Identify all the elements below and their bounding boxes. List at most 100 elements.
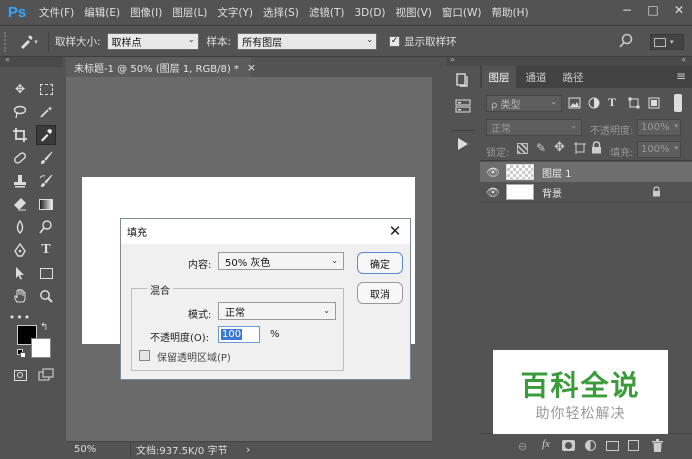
eye-visibility-icon[interactable]: 👁: [480, 186, 506, 199]
opacity-input[interactable]: 100: [218, 326, 260, 343]
link-layers-icon[interactable]: ⊖: [518, 440, 527, 453]
brush-tool-icon[interactable]: [36, 148, 56, 168]
hand-tool-icon[interactable]: [10, 286, 30, 306]
eraser-tool-icon[interactable]: [10, 194, 30, 214]
quick-mask-icon[interactable]: [10, 365, 30, 385]
magic-wand-tool-icon[interactable]: [36, 102, 56, 122]
search-icon[interactable]: [618, 33, 636, 51]
mode-value: 正常: [225, 307, 245, 319]
blur-tool-icon[interactable]: [10, 217, 30, 237]
layer-row[interactable]: 👁 背景: [480, 182, 692, 202]
move-tool-icon[interactable]: ✥: [10, 79, 30, 99]
screen-mode-icon[interactable]: [36, 365, 56, 385]
menu-help[interactable]: 帮助(H): [487, 0, 534, 26]
trash-icon[interactable]: [652, 439, 663, 452]
menu-image[interactable]: 图像(I): [125, 0, 167, 26]
close-window-button[interactable]: ✕: [666, 0, 692, 20]
menu-select[interactable]: 选择(S): [258, 0, 304, 26]
crop-tool-icon[interactable]: [10, 125, 30, 145]
filter-shape-icon[interactable]: [628, 97, 641, 110]
maximize-button[interactable]: □: [640, 0, 666, 20]
add-mask-icon[interactable]: [562, 440, 575, 451]
default-colors-icon[interactable]: [17, 349, 26, 358]
layer-opacity-field[interactable]: 100% ▾: [637, 119, 681, 136]
watermark-logo: 百科全说 助你轻松解决: [493, 350, 668, 434]
ok-button[interactable]: 确定: [357, 252, 403, 274]
tab-channels[interactable]: 通道: [518, 66, 554, 88]
swap-colors-icon[interactable]: ↰: [40, 322, 48, 333]
layer-row[interactable]: 👁 图层 1: [480, 162, 692, 182]
eyedropper-tool-icon[interactable]: [36, 125, 56, 145]
lock-all-icon[interactable]: [591, 141, 602, 154]
eyedropper-preset-icon[interactable]: ▾: [14, 32, 42, 52]
fx-icon[interactable]: fx: [542, 438, 550, 450]
type-tool-icon[interactable]: T: [36, 240, 56, 260]
history-brush-tool-icon[interactable]: [36, 171, 56, 191]
cancel-button[interactable]: 取消: [357, 282, 403, 304]
gradient-tool-icon[interactable]: [36, 194, 56, 214]
mode-select[interactable]: 正常 ⌄: [218, 302, 336, 320]
filter-adjustment-icon[interactable]: [588, 97, 602, 110]
more-tools-icon[interactable]: •••: [9, 307, 30, 327]
pen-tool-icon[interactable]: [10, 240, 30, 260]
background-color-swatch[interactable]: [31, 338, 51, 358]
lasso-tool-icon[interactable]: [10, 102, 30, 122]
sample-select[interactable]: 所有图层 ⌄: [237, 33, 378, 50]
filter-smart-object-icon[interactable]: [648, 97, 661, 110]
collapse-arrows-icon[interactable]: «: [681, 55, 686, 64]
tab-layers[interactable]: 图层: [482, 66, 516, 88]
history-panel-icon[interactable]: [455, 72, 471, 88]
close-tab-icon[interactable]: ×: [247, 61, 256, 74]
content-select[interactable]: 50% 灰色 ⌄: [218, 252, 344, 270]
properties-panel-icon[interactable]: [455, 98, 471, 114]
path-selection-tool-icon[interactable]: [10, 263, 30, 283]
zoom-level[interactable]: 50%: [66, 444, 106, 455]
menu-edit[interactable]: 编辑(E): [79, 0, 125, 26]
menu-file[interactable]: 文件(F): [34, 0, 79, 26]
layer-thumbnail: [506, 164, 534, 180]
eye-visibility-icon[interactable]: 👁: [480, 166, 506, 179]
sample-size-select[interactable]: 取样点 ⌄: [106, 33, 199, 50]
menu-filter[interactable]: 滤镜(T): [304, 0, 350, 26]
menu-window[interactable]: 窗口(W): [437, 0, 487, 26]
menu-layer[interactable]: 图层(L): [167, 0, 212, 26]
blend-mode-select[interactable]: 正常 ⌄: [486, 119, 582, 136]
marquee-tool-icon[interactable]: [36, 79, 56, 99]
menu-view[interactable]: 视图(V): [391, 0, 437, 26]
sample-value: 所有图层: [242, 38, 283, 49]
filter-pixel-icon[interactable]: [568, 97, 582, 110]
dodge-tool-icon[interactable]: [36, 217, 56, 237]
workspace-switcher[interactable]: ▾: [650, 34, 684, 50]
layer-filter-select[interactable]: ρ 类型 ⌄: [486, 95, 562, 112]
blend-mode-value: 正常: [491, 124, 511, 135]
adjustment-layer-icon[interactable]: [585, 440, 596, 451]
menu-type[interactable]: 文字(Y): [212, 0, 258, 26]
clone-stamp-tool-icon[interactable]: [10, 171, 30, 191]
tab-paths[interactable]: 路径: [556, 66, 590, 88]
expand-arrows-icon[interactable]: »: [450, 55, 455, 64]
show-ring-checkbox[interactable]: ✓: [389, 36, 401, 47]
lock-artboard-icon[interactable]: [574, 142, 586, 154]
healing-brush-tool-icon[interactable]: [10, 148, 30, 168]
rectangle-tool-icon[interactable]: [36, 263, 56, 283]
minimize-button[interactable]: −: [614, 0, 640, 20]
zoom-tool-icon[interactable]: [36, 286, 56, 306]
layer-name[interactable]: 图层 1: [542, 165, 572, 180]
panel-menu-icon[interactable]: ≡: [676, 69, 686, 83]
filter-toggle-switch[interactable]: [674, 94, 682, 112]
status-menu-arrow[interactable]: ›: [246, 443, 250, 456]
new-group-icon[interactable]: [606, 441, 619, 451]
menu-3d[interactable]: 3D(D): [349, 0, 390, 26]
close-icon[interactable]: ✕: [386, 222, 404, 240]
layer-name[interactable]: 背景: [542, 185, 562, 200]
filter-type-icon[interactable]: T: [608, 95, 616, 110]
fill-field[interactable]: 100% ▾: [637, 141, 681, 158]
document-tab[interactable]: 未标题-1 @ 50% (图层 1, RGB/8) * ×: [66, 57, 256, 77]
new-layer-icon[interactable]: [628, 440, 639, 451]
lock-transparency-icon[interactable]: [517, 143, 528, 154]
lock-position-icon[interactable]: ✥: [554, 140, 565, 155]
preserve-transparency-checkbox[interactable]: [139, 350, 150, 361]
play-action-icon[interactable]: [457, 138, 471, 152]
collapse-arrows-icon[interactable]: «: [5, 55, 10, 64]
lock-pixels-icon[interactable]: ✎: [536, 141, 546, 155]
